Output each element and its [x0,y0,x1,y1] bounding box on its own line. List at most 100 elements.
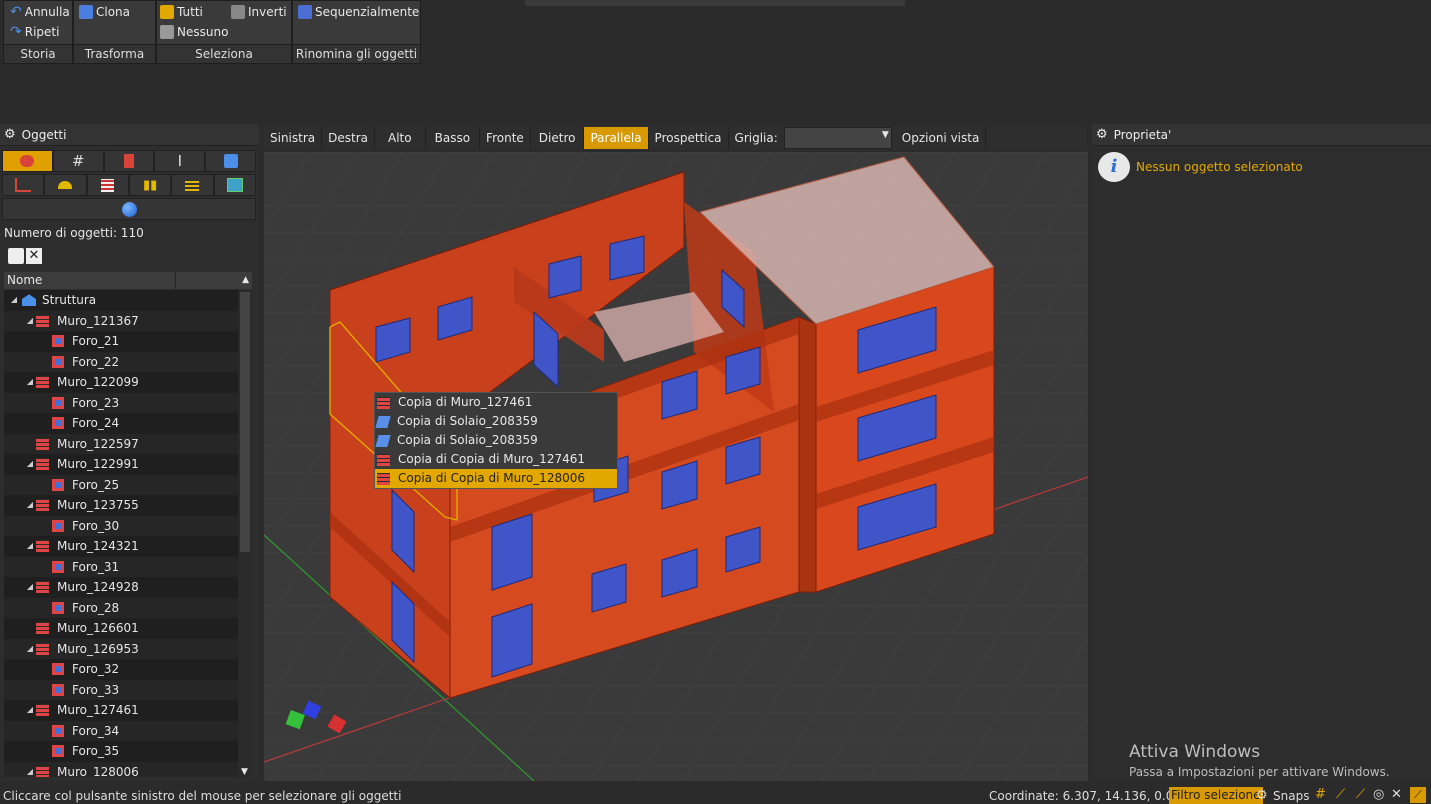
tree-item-wall[interactable]: ◢ Muro_122991 [4,454,252,475]
view-perspective-button[interactable]: Prospettica [649,127,729,149]
tree-scrollbar-thumb[interactable] [240,292,250,552]
expand-arrow-icon[interactable]: ◢ [24,762,36,778]
selection-filter-button[interactable]: Filtro selezione [1169,787,1263,804]
tree-item-wall[interactable]: ◢ Muro_124321 [4,536,252,557]
picker-menu-item[interactable]: Copia di Copia di Muro_128006 [375,469,617,488]
snaps-gear-icon[interactable]: ⚙ [1256,788,1268,803]
tree-column-header[interactable]: Nome ▲ [4,272,252,289]
view-right-button[interactable]: Destra [322,127,376,149]
properties-panel: ⚙ Proprieta' i Nessun oggetto selezionat… [1092,124,1431,782]
tree-item-wall[interactable]: ◢ Muro_121367 [4,310,252,332]
tree-item-hole[interactable]: Foro_34 [4,720,252,741]
hash-icon: # [71,152,85,170]
tree-item-hole[interactable]: Foro_25 [4,474,252,495]
filter-all-button[interactable] [2,150,53,172]
view-parallel-button[interactable]: Parallela [584,127,649,149]
snap-toggle-icon[interactable]: ⟋ [1410,787,1426,803]
tree-item-hole[interactable]: Foro_33 [4,679,252,700]
picker-menu-item[interactable]: Copia di Solaio_208359 [375,431,617,450]
tree-item-hole[interactable]: Foro_24 [4,413,252,434]
view-back-button[interactable]: Dietro [531,127,585,149]
select-all-button[interactable]: Tutti [160,2,203,22]
tree-item-hole[interactable]: Foro_32 [4,659,252,680]
tree-item-wall[interactable]: ◢ Muro_127461 [4,700,252,721]
object-tree: ◢ Struttura ◢ Muro_121367 Foro_21 Foro_22 ◢ Mur… [4,290,252,777]
expand-arrow-icon[interactable]: ◢ [24,454,36,475]
undo-button[interactable]: ↶ Annulla [10,2,70,22]
tree-item-hole[interactable]: Foro_28 [4,597,252,618]
hole-icon [52,396,64,409]
tree-item-wall[interactable]: Muro_126601 [4,618,252,639]
object-picker-menu: Copia di Muro_127461 Copia di Solaio_2083… [374,392,618,489]
filter-pillar-button[interactable] [103,150,155,172]
copy-icon[interactable] [8,248,24,264]
expand-arrow-icon[interactable]: ◢ [24,495,36,516]
rename-sequential-button[interactable]: Sequenzialmente [298,2,419,22]
scroll-up-icon[interactable]: ▲ [242,272,249,289]
expand-arrow-icon[interactable]: ◢ [24,639,36,660]
tree-item-hole[interactable]: Foro_23 [4,392,252,413]
filter-stair-button[interactable] [2,174,45,196]
slab-icon [375,415,391,428]
filter-brick-button[interactable] [86,174,129,196]
expand-arrow-icon[interactable]: ◢ [24,372,36,393]
snaps-label: Snaps [1273,789,1310,803]
tree-item-label: Muro_124321 [57,539,139,553]
hole-icon [52,355,64,368]
snap-intersection-icon[interactable]: ✕ [1391,787,1402,802]
filter-slab-button[interactable] [205,150,256,172]
tree-item-label: Muro_127461 [57,703,139,717]
scroll-down-icon[interactable]: ▼ [241,767,248,777]
view-top-button[interactable]: Alto [375,127,426,149]
tree-item-root[interactable]: ◢ Struttura [4,290,252,311]
filter-roof-button[interactable] [44,174,87,196]
tree-scrollbar[interactable]: ▼ [238,290,252,777]
tree-item-hole[interactable]: Foro_21 [4,331,252,352]
filter-chart-button[interactable]: ▮▮ [128,174,172,196]
redo-button[interactable]: ↷ Ripeti [10,22,59,42]
tree-item-wall[interactable]: ◢ Muro_126953 [4,638,252,660]
activation-watermark-title: Attiva Windows [1129,742,1261,762]
close-icon[interactable]: ✕ [26,248,42,264]
tree-item-wall[interactable]: ◢ Muro_128006 [4,761,252,778]
filter-sphere-button[interactable] [2,198,256,220]
expand-arrow-icon[interactable]: ◢ [24,577,36,598]
tree-item-wall[interactable]: ◢ Muro_123755 [4,495,252,516]
expand-arrow-icon[interactable]: ◢ [24,311,36,332]
tree-item-hole[interactable]: Foro_31 [4,556,252,577]
filter-beam-button[interactable]: I [154,150,206,172]
tree-item-label: Foro_32 [72,662,120,676]
invert-selection-button[interactable]: Inverti [231,2,287,22]
snap-center-icon[interactable]: ◎ [1373,787,1384,802]
picker-menu-item[interactable]: Copia di Copia di Muro_127461 [375,450,617,469]
snap-line-icon[interactable]: ⟋ [1336,787,1345,802]
objects-panel: ⚙ Oggetti # I ▮▮ Numero di oggetti: 110 … [0,124,259,782]
view-bottom-button[interactable]: Basso [426,127,481,149]
expand-arrow-icon[interactable]: ◢ [24,536,36,557]
tree-item-hole[interactable]: Foro_22 [4,351,252,372]
tree-item-hole[interactable]: Foro_30 [4,515,252,536]
view-left-button[interactable]: Sinistra [264,127,323,149]
view-front-button[interactable]: Fronte [480,127,531,149]
tree-item-wall[interactable]: Muro_122597 [4,433,252,454]
expand-arrow-icon[interactable]: ◢ [8,290,20,311]
select-none-icon [160,25,174,39]
grid-select[interactable]: ▼ [783,127,892,149]
filter-image-button[interactable] [213,174,256,196]
group-label-trasforma: Trasforma [74,44,155,63]
snap-grid-icon[interactable]: # [1315,787,1326,802]
tree-item-wall[interactable]: ◢ Muro_122099 [4,372,252,393]
clone-button[interactable]: Clona [79,2,130,22]
snap-perpendicular-icon[interactable]: ⟋ [1356,787,1365,802]
filter-grid-button[interactable]: # [52,150,104,172]
tree-item-hole[interactable]: Foro_35 [4,741,252,762]
expand-arrow-icon[interactable]: ◢ [24,700,36,721]
view-options-button[interactable]: Opzioni vista [896,127,987,149]
filter-table-button[interactable] [171,174,214,196]
tree-item-wall[interactable]: ◢ Muro_124928 [4,577,252,598]
select-none-button[interactable]: Nessuno [160,22,228,42]
chevron-down-icon: ▼ [881,130,889,140]
picker-menu-item[interactable]: Copia di Muro_127461 [375,393,617,412]
picker-menu-item[interactable]: Copia di Solaio_208359 [375,412,617,431]
bars-icon: ▮▮ [142,177,158,193]
